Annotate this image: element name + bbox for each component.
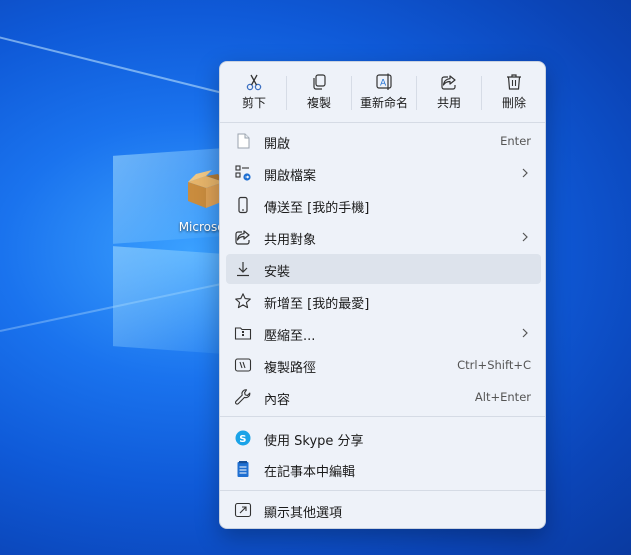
cut-button[interactable]: 剪下 [223,68,285,118]
rename-button[interactable]: A 重新命名 [353,68,415,118]
menu-item-compress-to[interactable]: 壓縮至... [226,318,541,348]
copy-icon [313,74,326,90]
toolbar-divider [351,76,352,110]
wrench-icon [235,389,251,405]
context-menu-toolbar: 剪下 複製 A 重新命名 共用 刪除 [220,62,545,122]
phone-icon [238,196,248,214]
download-icon [237,262,249,277]
menu-item-open[interactable]: 開啟 Enter [226,126,541,156]
open-file-icon [237,133,250,149]
menu-item-send-to-phone[interactable]: 傳送至 [我的手機] [226,190,541,220]
delete-button[interactable]: 刪除 [483,68,545,118]
rename-icon: A [376,73,392,90]
skype-icon: S [235,430,251,446]
menu-item-copy-path[interactable]: 複製路徑 Ctrl+Shift+C [226,350,541,380]
menu-item-share-with-skype[interactable]: S 使用 Skype 分享 [226,423,541,453]
copy-button[interactable]: 複製 [288,68,350,118]
wallpaper-glow-line [0,34,243,99]
share-with-icon [235,230,250,245]
toolbar-divider [286,76,287,110]
menu-item-properties[interactable]: 內容 Alt+Enter [226,382,541,412]
wallpaper-logo-pane [113,246,223,354]
context-menu: 剪下 複製 A 重新命名 共用 刪除 開啟 Enter 開啟檔案 傳送至 [我的… [219,61,546,529]
menu-item-edit-in-notepad[interactable]: 在記事本中編輯 [226,454,541,484]
share-icon [441,75,456,90]
scissors-icon [246,74,262,91]
more-options-icon [234,502,252,518]
copy-path-icon [234,358,252,372]
menu-item-add-to-favorites[interactable]: 新增至 [我的最愛] [226,286,541,316]
svg-text:S: S [239,434,246,445]
menu-item-show-more-options[interactable]: 顯示其他選項 [226,495,541,525]
open-with-icon [235,165,251,181]
toolbar-divider [416,76,417,110]
notepad-icon [237,461,249,477]
menu-item-share-with[interactable]: 共用對象 [226,222,541,252]
chevron-right-icon [522,168,528,178]
menu-item-install[interactable]: 安裝 [226,254,541,284]
chevron-right-icon [522,232,528,242]
menu-divider [220,416,545,417]
svg-text:A: A [380,79,387,89]
share-button[interactable]: 共用 [418,68,480,118]
zip-folder-icon [234,327,252,340]
menu-item-open-with[interactable]: 開啟檔案 [226,158,541,188]
chevron-right-icon [522,328,528,338]
star-icon [235,293,251,309]
trash-icon [507,74,521,90]
menu-divider [220,490,545,491]
menu-divider [220,122,545,123]
toolbar-divider [481,76,482,110]
